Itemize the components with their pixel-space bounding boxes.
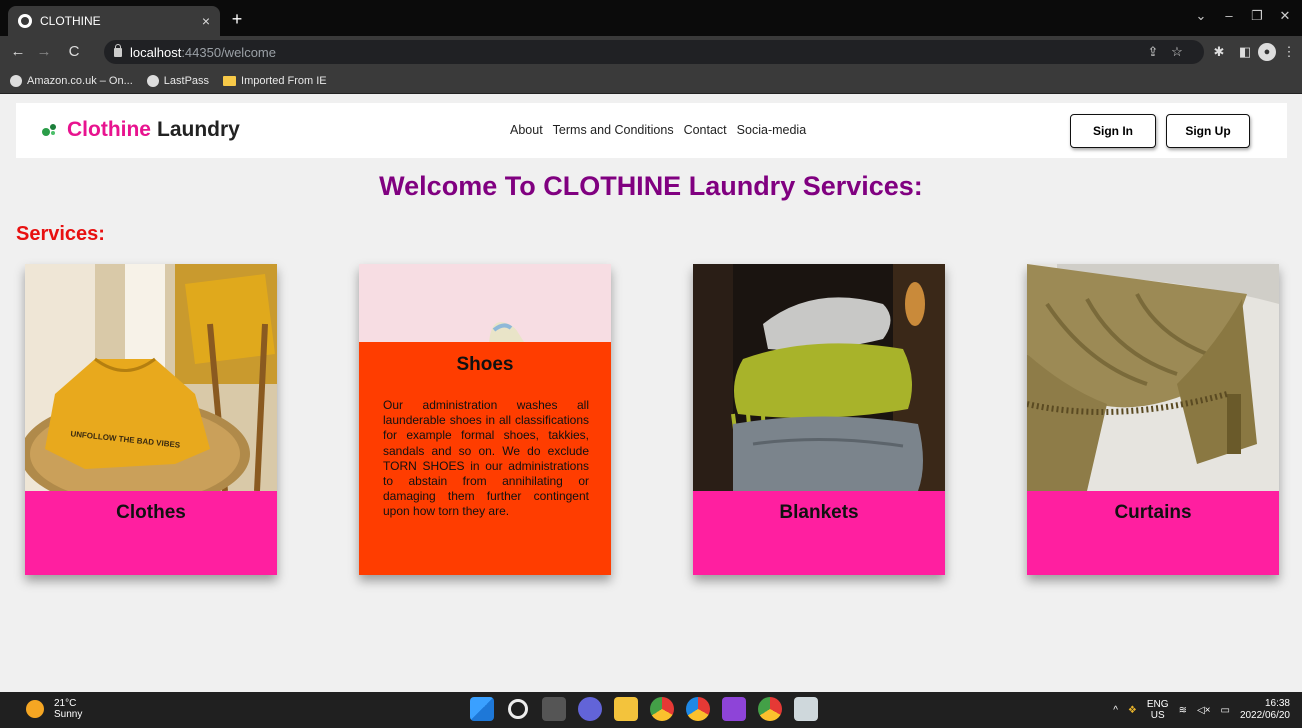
taskbar-apps	[470, 697, 818, 721]
browser-toolbar: ← → C localhost:44350/welcome ⇪ ☆ ✱ ◧ ● …	[0, 36, 1302, 68]
extensions-icon[interactable]: ✱	[1210, 43, 1228, 61]
back-icon[interactable]: ←	[8, 42, 28, 62]
nav-link-terms[interactable]: Terms and Conditions	[553, 123, 674, 137]
services-heading: Services:	[16, 223, 105, 245]
logo-brand: Clothine	[67, 118, 151, 141]
site-logo[interactable]: Clothine Laundry	[42, 118, 240, 142]
start-icon[interactable]	[470, 697, 494, 721]
bubbles-logo-icon	[42, 123, 58, 137]
file-explorer-icon[interactable]	[614, 697, 638, 721]
language-indicator[interactable]: ENG US	[1147, 699, 1169, 721]
sign-in-button[interactable]: Sign In	[1070, 114, 1156, 148]
app-tray-icon[interactable]: ❖	[1128, 705, 1137, 716]
chevron-up-icon[interactable]: ^	[1113, 705, 1118, 716]
card-description: Our administration washes all launderabl…	[383, 398, 589, 519]
tab-favicon-icon	[18, 14, 32, 28]
card-title: Shoes	[456, 354, 514, 375]
sun-icon	[26, 700, 44, 718]
language-top: ENG	[1146, 699, 1169, 710]
bookmark-amazon[interactable]: Amazon.co.uk – On...	[10, 74, 133, 87]
site-navbar: Clothine Laundry About Terms and Conditi…	[16, 103, 1287, 158]
weather-temp: 21°C	[54, 698, 77, 709]
service-card-shoes[interactable]: Shoes Our administration washes all laun…	[359, 264, 611, 575]
close-window-icon[interactable]: ✕	[1270, 8, 1300, 24]
profile-avatar-icon[interactable]: ●	[1258, 43, 1276, 61]
browser-tabstrip: CLOTHINE × + ⌄ – ❐ ✕	[0, 0, 1302, 36]
volume-muted-icon[interactable]: ◁×	[1197, 705, 1211, 716]
chrome-profile-icon[interactable]	[758, 697, 782, 721]
address-bar[interactable]: localhost:44350/welcome	[104, 40, 1204, 64]
tab-search-icon[interactable]: ⌄	[1186, 8, 1216, 24]
system-tray: ^ ❖ ENG US ≋ ◁× ▭ 16:38 2022/06/20	[1113, 698, 1290, 722]
chrome-icon[interactable]	[650, 697, 674, 721]
forward-icon[interactable]: →	[34, 42, 54, 62]
bookmark-label: Imported From IE	[241, 74, 327, 87]
card-title: Clothes	[116, 502, 186, 523]
chrome-canary-icon[interactable]	[686, 697, 710, 721]
service-card-curtains[interactable]: Curtains	[1027, 264, 1279, 575]
shoes-photo	[359, 264, 611, 342]
minimize-icon[interactable]: –	[1214, 8, 1244, 23]
folder-icon	[223, 75, 237, 86]
teams-chat-icon[interactable]	[578, 697, 602, 721]
sign-up-button[interactable]: Sign Up	[1166, 114, 1250, 148]
task-view-icon[interactable]	[542, 697, 566, 721]
service-card-clothes[interactable]: UNFOLLOW THE BAD VIBES Clothes	[25, 264, 277, 575]
restore-icon[interactable]: ❐	[1242, 8, 1272, 24]
share-icon[interactable]: ⇪	[1144, 43, 1162, 61]
weather-widget[interactable]: 21°C Sunny	[26, 698, 82, 720]
nav-link-contact[interactable]: Contact	[684, 123, 727, 137]
bookmark-label: Amazon.co.uk – On...	[27, 74, 133, 87]
bookmark-star-icon[interactable]: ☆	[1168, 43, 1186, 61]
windows-taskbar: 21°C Sunny ^ ❖ ENG US ≋ ◁× ▭ 16:38 2022/…	[0, 692, 1302, 728]
tab-close-icon[interactable]: ×	[202, 13, 210, 29]
globe-icon	[146, 74, 159, 87]
url-path: :44350/welcome	[181, 44, 276, 60]
paint-icon[interactable]	[794, 697, 818, 721]
card-title: Blankets	[779, 502, 859, 523]
language-bottom: US	[1150, 710, 1165, 721]
visual-studio-icon[interactable]	[722, 697, 746, 721]
menu-kebab-icon[interactable]: ⋮	[1280, 43, 1298, 61]
welcome-heading: Welcome To CLOTHINE Laundry Services:	[379, 171, 923, 201]
nav-link-social[interactable]: Socia-media	[737, 123, 806, 137]
tab-title: CLOTHINE	[40, 14, 101, 28]
curtains-photo	[1027, 264, 1279, 491]
side-panel-icon[interactable]: ◧	[1236, 43, 1254, 61]
clothes-photo: UNFOLLOW THE BAD VIBES	[25, 264, 277, 491]
nav-link-about[interactable]: About	[510, 123, 543, 137]
bookmark-imported[interactable]: Imported From IE	[223, 75, 327, 87]
bookmark-lastpass[interactable]: LastPass	[146, 74, 210, 87]
card-title: Curtains	[1114, 502, 1192, 523]
bookmark-label: LastPass	[163, 74, 210, 87]
nav-links: About Terms and Conditions Contact Socia…	[510, 123, 806, 137]
url-host: localhost	[130, 44, 182, 60]
clock-time: 16:38	[1264, 698, 1290, 709]
new-tab-button[interactable]: +	[226, 8, 248, 30]
browser-tab[interactable]: CLOTHINE ×	[8, 6, 220, 36]
globe-icon	[10, 74, 22, 87]
bookmarks-bar: Amazon.co.uk – On... LastPass Imported F…	[0, 68, 1302, 94]
reload-icon[interactable]: C	[64, 42, 84, 62]
service-card-blankets[interactable]: Blankets	[693, 264, 945, 575]
lock-icon	[114, 43, 122, 57]
clock[interactable]: 16:38 2022/06/20	[1240, 698, 1290, 722]
web-page: Clothine Laundry About Terms and Conditi…	[0, 95, 1302, 692]
logo-rest: Laundry	[157, 118, 240, 141]
blankets-photo	[693, 264, 945, 491]
wifi-icon[interactable]: ≋	[1179, 705, 1187, 716]
weather-condition: Sunny	[54, 709, 83, 720]
battery-icon[interactable]: ▭	[1220, 705, 1229, 716]
search-icon[interactable]	[508, 699, 528, 719]
clock-date: 2022/06/20	[1239, 710, 1290, 721]
